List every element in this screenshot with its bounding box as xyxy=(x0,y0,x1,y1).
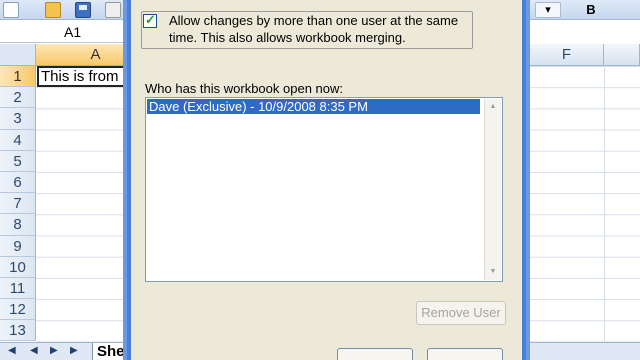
scroll-up-icon[interactable]: ▲ xyxy=(485,99,501,115)
checkmark-icon: ✓ xyxy=(145,12,156,27)
font-size-dropdown[interactable]: ▾ xyxy=(535,2,561,18)
select-all-corner[interactable] xyxy=(0,44,36,66)
next-sheet-arrow-icon[interactable]: ▶ xyxy=(50,345,58,356)
list-item[interactable]: Dave (Exclusive) - 10/9/2008 8:35 PM xyxy=(147,99,480,114)
new-document-icon[interactable] xyxy=(3,2,19,18)
row-header[interactable]: 7 xyxy=(0,193,36,215)
list-scrollbar[interactable]: ▲ ▼ xyxy=(484,99,501,280)
column-header-f[interactable]: F xyxy=(530,44,604,66)
row-header[interactable]: 9 xyxy=(0,235,36,257)
row-header[interactable]: 12 xyxy=(0,299,36,321)
first-sheet-arrow-icon[interactable]: ◀ xyxy=(8,345,16,356)
print-icon[interactable] xyxy=(105,2,121,18)
remove-user-button[interactable]: Remove User xyxy=(416,301,506,325)
row-header[interactable]: 4 xyxy=(0,129,36,151)
row-header[interactable]: 8 xyxy=(0,214,36,236)
allow-changes-checkbox[interactable]: ✓ xyxy=(143,12,157,28)
dialog-body: ✓ Allow changes by more than one user at… xyxy=(131,0,522,360)
share-workbook-dialog: ✓ Allow changes by more than one user at… xyxy=(123,0,530,360)
prev-sheet-arrow-icon[interactable]: ◀ xyxy=(30,345,38,356)
row-header[interactable]: 6 xyxy=(0,171,36,194)
cancel-button[interactable] xyxy=(427,348,503,360)
scroll-down-icon[interactable]: ▼ xyxy=(485,264,501,280)
row-headers: 1 2 3 4 5 6 7 8 9 10 11 12 13 xyxy=(0,66,36,342)
column-header-g[interactable] xyxy=(604,44,640,66)
save-icon[interactable] xyxy=(75,2,91,18)
open-folder-icon[interactable] xyxy=(45,2,61,18)
row-header[interactable]: 11 xyxy=(0,277,36,300)
last-sheet-arrow-icon[interactable]: ▶ xyxy=(70,345,78,356)
row-header[interactable]: 10 xyxy=(0,256,36,278)
allow-changes-label[interactable]: Allow changes by more than one user at t… xyxy=(169,12,469,46)
open-users-list[interactable]: Dave (Exclusive) - 10/9/2008 8:35 PM ▲ ▼ xyxy=(145,97,503,282)
row-header[interactable]: 1 xyxy=(0,66,36,88)
row-header[interactable]: 13 xyxy=(0,320,36,342)
grid-line xyxy=(604,66,605,342)
row-header[interactable]: 3 xyxy=(0,108,36,130)
who-has-open-label: Who has this workbook open now: xyxy=(145,81,343,96)
bold-button[interactable]: B xyxy=(580,1,602,19)
row-header[interactable]: 2 xyxy=(0,87,36,109)
ok-button[interactable] xyxy=(337,348,413,360)
row-header[interactable]: 5 xyxy=(0,150,36,172)
